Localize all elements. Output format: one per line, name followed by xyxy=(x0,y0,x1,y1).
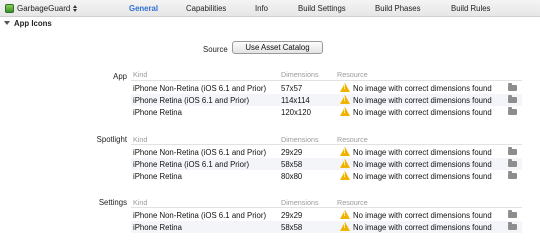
folder-icon[interactable] xyxy=(508,107,517,115)
icon-row[interactable]: iPhone Retina 58x58 No image with correct … xyxy=(131,221,522,233)
icon-dimensions: 57x57 xyxy=(281,84,303,93)
editor-top-bar: GarbageGuard General Capabilities Info B… xyxy=(0,0,540,17)
group-label: Spotlight xyxy=(96,135,127,144)
icon-resource-status: No image with correct dimensions found xyxy=(353,96,492,105)
section-title: App Icons xyxy=(14,18,52,28)
icon-resource-status: No image with correct dimensions found xyxy=(353,172,492,181)
icon-kind: iPhone Retina (iOS 6.1 and Prior) xyxy=(133,160,250,169)
icon-row[interactable]: iPhone Retina 80x80 No image with correct … xyxy=(131,170,522,182)
tab-capabilities[interactable]: Capabilities xyxy=(186,4,226,13)
icon-dimensions: 120x120 xyxy=(281,108,311,117)
warning-icon xyxy=(340,210,350,219)
folder-icon[interactable] xyxy=(508,147,517,155)
column-header-resource: Resource xyxy=(337,198,368,207)
target-selector[interactable]: GarbageGuard xyxy=(5,3,78,14)
tab-build-settings[interactable]: Build Settings xyxy=(298,4,346,13)
icon-row[interactable]: iPhone Retina (iOS 6.1 and Prior) 114x114… xyxy=(131,94,522,106)
use-asset-catalog-button[interactable]: Use Asset Catalog xyxy=(232,41,323,54)
icon-dimensions: 58x58 xyxy=(281,223,303,232)
icon-dimensions: 58x58 xyxy=(281,160,303,169)
warning-icon xyxy=(340,159,350,168)
column-header-resource: Resource xyxy=(337,70,368,79)
column-header-resource: Resource xyxy=(337,135,368,144)
folder-icon[interactable] xyxy=(508,210,517,218)
tab-info[interactable]: Info xyxy=(255,4,268,13)
icon-kind: iPhone Retina (iOS 6.1 and Prior) xyxy=(133,96,250,105)
icon-resource-status: No image with correct dimensions found xyxy=(353,84,492,93)
icon-resource-status: No image with correct dimensions found xyxy=(353,148,492,157)
app-target-icon xyxy=(5,4,14,13)
header-divider xyxy=(131,144,522,145)
icon-row[interactable]: iPhone Non-Retina (iOS 6.1 and Prior) 57x… xyxy=(131,82,522,94)
tab-build-phases[interactable]: Build Phases xyxy=(375,4,421,13)
icon-resource-status: No image with correct dimensions found xyxy=(353,223,492,232)
tab-build-rules[interactable]: Build Rules xyxy=(451,4,490,13)
icon-kind: iPhone Non-Retina (iOS 6.1 and Prior) xyxy=(133,148,267,157)
folder-icon[interactable] xyxy=(508,222,517,230)
column-header-dimensions: Dimensions xyxy=(281,70,319,79)
tab-general[interactable]: General xyxy=(129,4,158,13)
warning-icon xyxy=(340,107,350,116)
folder-icon[interactable] xyxy=(508,171,517,179)
icon-kind: iPhone Non-Retina (iOS 6.1 and Prior) xyxy=(133,84,267,93)
warning-icon xyxy=(340,147,350,156)
icon-row[interactable]: iPhone Retina 120x120 No image with correc… xyxy=(131,106,522,118)
icon-row[interactable]: iPhone Non-Retina (iOS 6.1 and Prior) 29x… xyxy=(131,146,522,158)
column-header-kind: Kind xyxy=(133,135,148,144)
icon-resource-status: No image with correct dimensions found xyxy=(353,211,492,220)
icon-kind: iPhone Retina xyxy=(133,172,182,181)
target-name: GarbageGuard xyxy=(17,4,71,13)
icon-row[interactable]: iPhone Retina (iOS 6.1 and Prior) 58x58 No… xyxy=(131,158,522,170)
column-header-kind: Kind xyxy=(133,198,148,207)
icon-dimensions: 80x80 xyxy=(281,172,303,181)
header-divider xyxy=(131,80,522,81)
app-icons-section-header[interactable]: App Icons xyxy=(4,18,52,28)
folder-icon[interactable] xyxy=(508,95,517,103)
column-header-dimensions: Dimensions xyxy=(281,135,319,144)
warning-icon xyxy=(340,222,350,231)
icon-resource-status: No image with correct dimensions found xyxy=(353,108,492,117)
icon-dimensions: 29x29 xyxy=(281,148,303,157)
column-header-dimensions: Dimensions xyxy=(281,198,319,207)
source-label: Source xyxy=(203,45,228,54)
warning-icon xyxy=(340,95,350,104)
icon-row[interactable]: iPhone Non-Retina (iOS 6.1 and Prior) 29x… xyxy=(131,209,522,221)
icon-kind: iPhone Retina xyxy=(133,108,182,117)
group-label: App xyxy=(113,72,127,81)
icon-kind: iPhone Non-Retina (iOS 6.1 and Prior) xyxy=(133,211,267,220)
folder-icon[interactable] xyxy=(508,159,517,167)
icon-resource-status: No image with correct dimensions found xyxy=(353,160,492,169)
column-header-kind: Kind xyxy=(133,70,148,79)
icon-dimensions: 114x114 xyxy=(281,96,310,105)
chevron-updown-icon xyxy=(73,5,78,12)
disclosure-triangle-icon[interactable] xyxy=(4,21,10,25)
warning-icon xyxy=(340,83,350,92)
folder-icon[interactable] xyxy=(508,83,517,91)
icon-dimensions: 29x29 xyxy=(281,211,303,220)
icon-kind: iPhone Retina xyxy=(133,223,182,232)
header-divider xyxy=(131,207,522,208)
warning-icon xyxy=(340,171,350,180)
group-label: Settings xyxy=(98,198,127,207)
